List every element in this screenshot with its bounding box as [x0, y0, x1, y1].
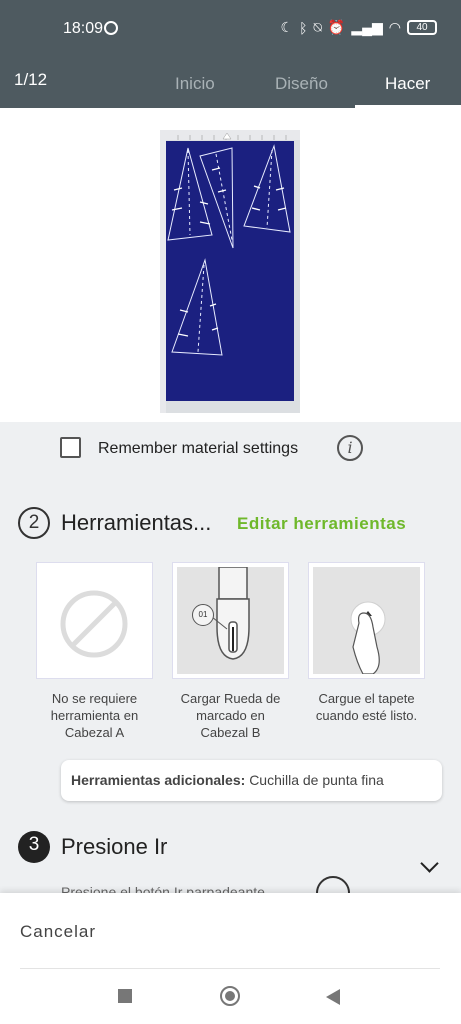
tool-card-head-a [36, 562, 153, 679]
bluetooth-icon: ᛒ [299, 19, 308, 36]
additional-tools-label: Herramientas adicionales: [71, 772, 246, 788]
cancel-button[interactable]: Cancelar [20, 922, 96, 942]
step-3-title: Presione Ir [61, 834, 168, 859]
moon-icon: ☾ [280, 19, 294, 35]
back-icon[interactable] [326, 989, 340, 1005]
scoring-wheel-icon: 01 [177, 567, 284, 674]
status-time: 18:09 [63, 20, 104, 37]
remember-material-label: Remember material settings [98, 440, 299, 457]
tab-diseno[interactable]: Diseño [275, 74, 328, 94]
tool-card-head-b: 01 [172, 562, 289, 679]
vibrate-off-icon: ⍉ [313, 19, 322, 35]
clamp-b-label: 01 [192, 604, 214, 626]
tool-card-head-a-caption: No se requiere herramienta en Cabezal A [50, 691, 139, 740]
home-icon[interactable] [220, 986, 240, 1006]
battery-icon: 40 [407, 20, 437, 35]
signal-icon: ▂▄▆ [351, 19, 383, 35]
mat-preview-graphic [160, 130, 300, 413]
tool-card-load-mat [308, 562, 425, 679]
step-2-title: Herramientas... [61, 510, 212, 535]
load-mat-icon [313, 567, 420, 674]
info-icon[interactable]: i [337, 435, 363, 461]
remember-material-checkbox[interactable] [60, 437, 81, 458]
wifi-icon: ◠ [388, 19, 401, 35]
chevron-down-icon[interactable] [420, 854, 439, 873]
recents-icon[interactable] [118, 989, 132, 1003]
no-tool-icon [41, 567, 148, 674]
status-icons: ☾ ᛒ ⍉ ⏰ ▂▄▆ ◠ 40 [281, 19, 437, 36]
cutting-mat-preview[interactable] [160, 130, 300, 413]
page-counter: 1/12 [14, 70, 48, 89]
additional-tools-value: Cuchilla de punta fina [249, 772, 384, 788]
edit-tools-link[interactable]: Editar herramientas [237, 514, 406, 534]
divider [20, 968, 440, 969]
step-3-number: 3 [18, 831, 50, 863]
tab-inicio[interactable]: Inicio [175, 74, 215, 94]
tool-card-load-mat-caption: Cargue el tapete cuando esté listo. [315, 691, 418, 723]
step-2-number: 2 [18, 507, 50, 539]
additional-tools-box: Herramientas adicionales: Cuchilla de pu… [61, 760, 442, 801]
bottom-action-bar: Cancelar [0, 893, 461, 1024]
status-bar: 18:09 ☾ ᛒ ⍉ ⏰ ▂▄▆ ◠ 40 [0, 0, 461, 44]
app-header: 1/12 Inicio Diseño Hacer [0, 44, 461, 108]
tab-hacer[interactable]: Hacer [385, 74, 430, 94]
alarm-icon: ⏰ [327, 19, 346, 35]
tool-card-head-b-caption: Cargar Rueda de marcado en Cabezal B [180, 691, 281, 740]
whatsapp-icon [104, 21, 118, 35]
mat-preview-area [0, 108, 461, 422]
